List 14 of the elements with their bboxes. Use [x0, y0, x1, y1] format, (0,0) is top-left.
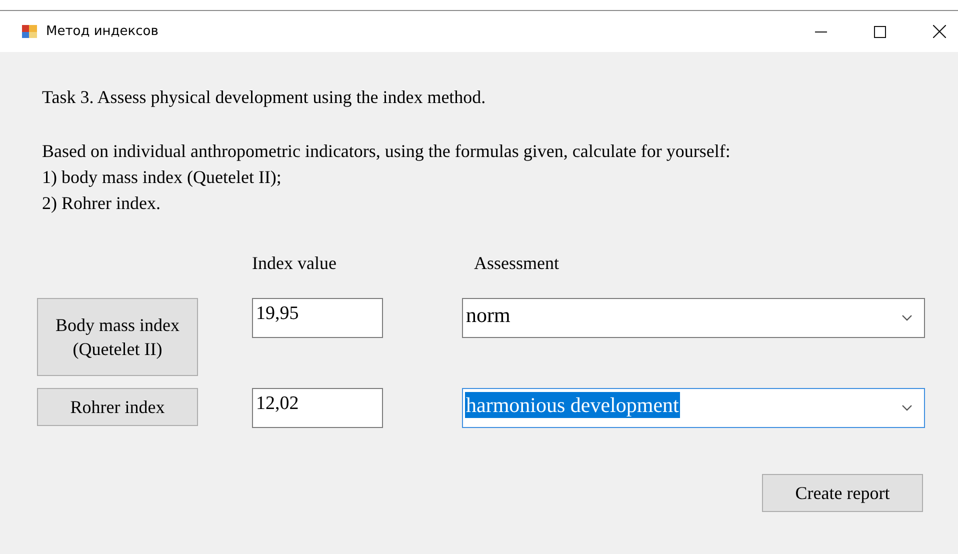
index-button[interactable]: Rohrer index	[37, 388, 198, 426]
instruction-text: 2) Rohrer index.	[42, 192, 162, 215]
index-button[interactable]: Body mass index (Quetelet II)	[37, 298, 198, 376]
create-report-button[interactable]: Create report	[762, 474, 923, 512]
assessment-dropdown[interactable]: harmonious development	[462, 388, 925, 428]
index-value-field[interactable]: 12,02	[252, 388, 383, 428]
instruction-text: Based on individual anthropometric indicators, using the formulas given, calculate for yourself:	[42, 140, 732, 163]
task-text: Task 3. Assess physical development using the index method.	[42, 86, 487, 109]
index-value-field[interactable]: 19,95	[252, 298, 383, 338]
column-header: Index value	[252, 252, 338, 274]
column-header: Assessment	[473, 252, 560, 274]
instruction-text: 1) body mass index (Quetelet II);	[42, 166, 282, 189]
window-title: Метод индексов	[46, 24, 158, 39]
assessment-dropdown[interactable]: norm	[462, 298, 925, 338]
